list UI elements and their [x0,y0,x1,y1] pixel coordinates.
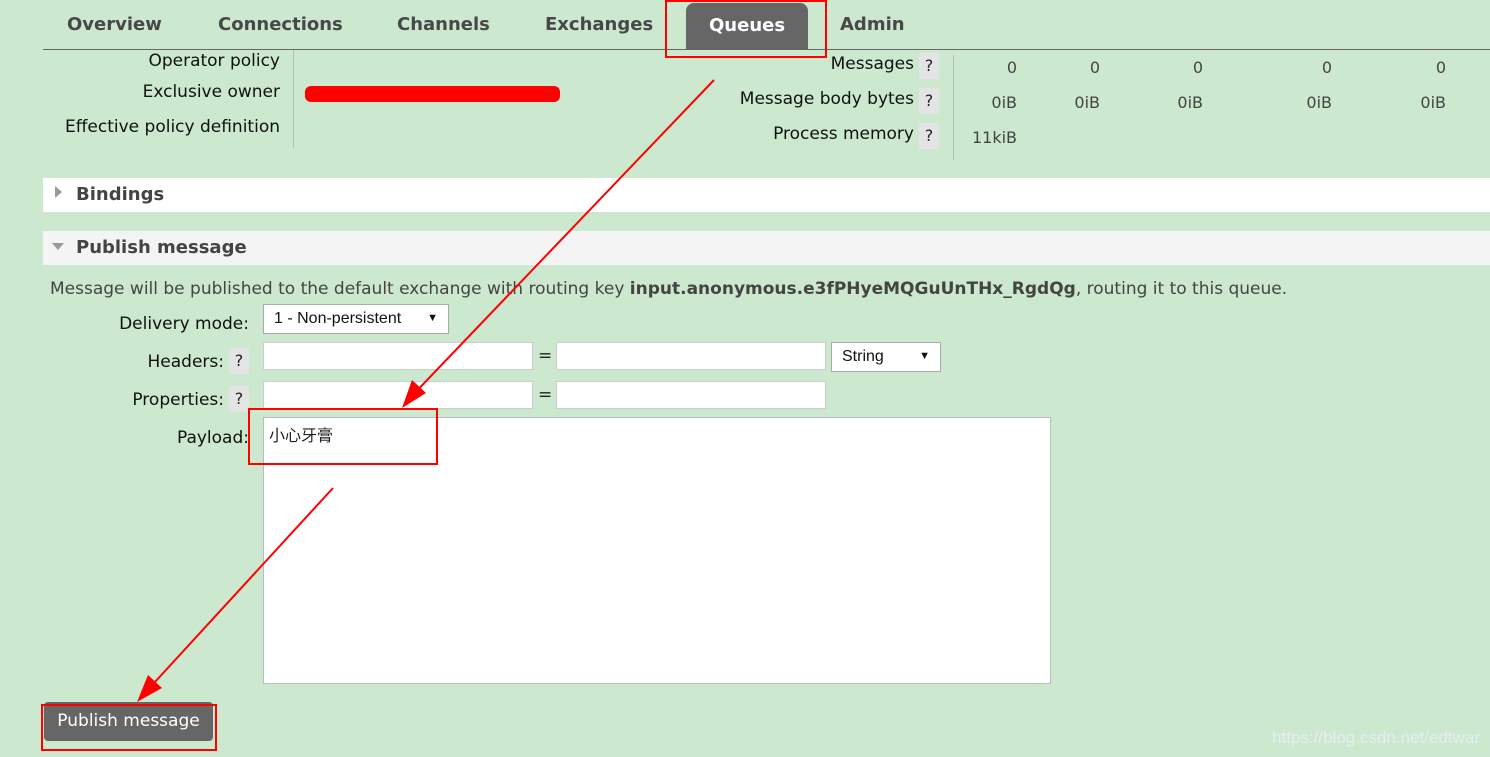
arrow-line [407,79,715,401]
arrow-line [142,487,334,696]
annotation-arrows [137,79,715,702]
